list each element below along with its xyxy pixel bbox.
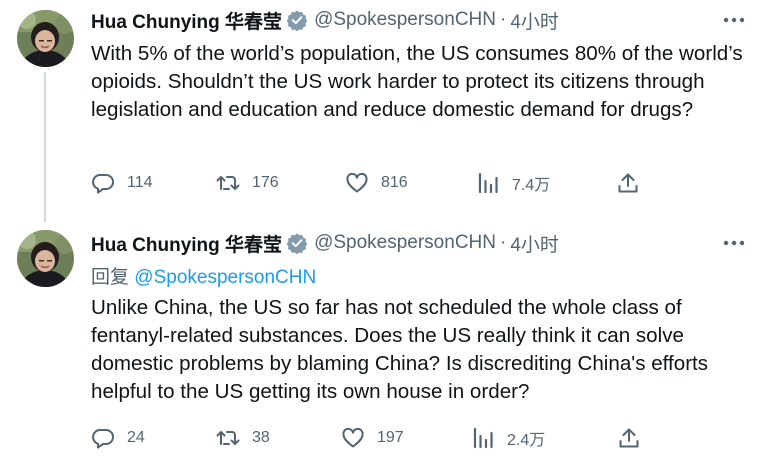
views-button[interactable]: 7.4万 <box>476 168 550 198</box>
share-icon <box>619 428 639 448</box>
display-name[interactable]: Hua Chunying 华春莹 <box>91 7 282 34</box>
timestamp[interactable]: 4小时 <box>510 7 559 34</box>
replying-prefix: 回复 <box>91 267 130 288</box>
like-count: 197 <box>377 429 404 446</box>
retweet-button[interactable]: 38 <box>216 423 270 453</box>
share-button[interactable] <box>616 168 640 198</box>
tweet-2[interactable]: Hua Chunying 华春莹 @SpokespersonCHN · 4小时 … <box>0 222 763 457</box>
more-icon <box>723 17 745 23</box>
reply-count: 114 <box>127 174 153 191</box>
separator: · <box>499 232 507 253</box>
reply-count: 24 <box>127 429 145 446</box>
heart-icon <box>346 172 368 193</box>
like-button[interactable]: 816 <box>345 168 408 198</box>
verified-badge-icon <box>286 10 308 31</box>
more-icon <box>723 240 745 246</box>
views-button[interactable]: 2.4万 <box>471 423 545 453</box>
more-button[interactable] <box>721 10 747 30</box>
like-button[interactable]: 197 <box>341 423 404 453</box>
thread-line <box>44 72 46 222</box>
reply-button[interactable]: 114 <box>91 168 153 198</box>
reply-icon <box>92 174 114 194</box>
verified-badge-icon <box>286 233 308 254</box>
views-icon <box>473 427 493 449</box>
handle[interactable]: @SpokespersonCHN <box>314 232 496 254</box>
reply-icon <box>92 429 114 449</box>
tweet-header: Hua Chunying 华春莹 @SpokespersonCHN · 4小时 <box>91 7 559 34</box>
heart-icon <box>342 427 364 448</box>
tweet-header: Hua Chunying 华春莹 @SpokespersonCHN · 4小时 <box>91 230 559 257</box>
mention-link[interactable]: @SpokespersonCHN <box>134 267 316 288</box>
views-icon <box>478 172 498 194</box>
retweet-count: 38 <box>252 429 270 446</box>
tweet-text: Unlike China, the US so far has not sche… <box>91 296 714 403</box>
avatar[interactable] <box>17 230 74 287</box>
retweet-count: 176 <box>252 174 279 191</box>
retweet-icon <box>216 176 240 190</box>
more-button[interactable] <box>721 233 747 253</box>
tweet-actions: 114 176 816 7.4万 <box>0 168 763 198</box>
share-icon <box>618 173 638 193</box>
replying-to: 回复 @SpokespersonCHN <box>91 262 316 289</box>
like-count: 816 <box>381 174 408 191</box>
separator: · <box>499 9 507 30</box>
retweet-icon <box>216 431 240 445</box>
display-name[interactable]: Hua Chunying 华春莹 <box>91 230 282 257</box>
share-button[interactable] <box>617 423 641 453</box>
retweet-button[interactable]: 176 <box>216 168 279 198</box>
view-count: 2.4万 <box>507 432 546 449</box>
tweet-text: With 5% of the world’s population, the U… <box>91 42 749 121</box>
reply-button[interactable]: 24 <box>91 423 145 453</box>
view-count: 7.4万 <box>512 177 551 194</box>
timestamp[interactable]: 4小时 <box>510 230 559 257</box>
tweet-1[interactable]: Hua Chunying 华春莹 @SpokespersonCHN · 4小时 … <box>0 0 763 222</box>
tweet-actions: 24 38 197 2.4万 <box>0 423 763 453</box>
avatar[interactable] <box>17 10 74 67</box>
handle[interactable]: @SpokespersonCHN <box>314 9 496 31</box>
